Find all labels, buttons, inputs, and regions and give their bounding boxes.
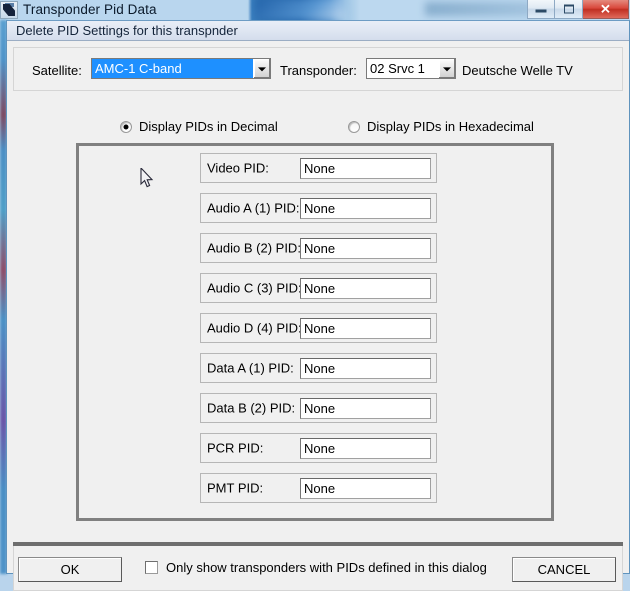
radio-decimal-label: Display PIDs in Decimal [139,119,278,134]
only-show-transponders-checkbox[interactable]: Only show transponders with PIDs defined… [145,560,487,575]
transponder-dropdown[interactable]: 02 Srvc 1 [366,58,456,79]
window-title: Transponder Pid Data [23,2,157,17]
application-icon [0,1,18,19]
close-icon: ✕ [600,1,611,17]
pid-row-label: Data B (2) PID: [207,400,296,416]
pid-row-label: Audio B (2) PID: [207,240,301,256]
chevron-down-icon[interactable] [438,59,455,78]
satellite-dropdown[interactable]: AMC-1 C-band [91,58,271,79]
maximize-icon [563,4,574,14]
pid-row: Audio C (3) PID: None [200,273,437,303]
pid-value-input[interactable]: None [300,358,431,379]
pid-value-input[interactable]: None [300,278,431,299]
radio-display-decimal[interactable]: Display PIDs in Decimal [120,119,278,134]
dialog-header-bar: Delete PID Settings for this transpnder [7,21,629,41]
pid-fields-group: Video PID: None Audio A (1) PID: None Audio … [76,143,554,521]
maximize-button[interactable] [555,0,583,19]
pid-value-input[interactable]: None [300,198,431,219]
window-controls: ✕ [527,0,629,19]
transponder-pid-data-window: Transponder Pid Data ✕ Delete PID Settin… [0,0,630,591]
pid-row-label: Audio C (3) PID: [207,280,302,296]
chevron-down-icon[interactable] [253,59,270,78]
pid-row: Data A (1) PID: None [200,353,437,383]
transponder-label: Transponder: [280,63,357,78]
pid-row-label: Video PID: [207,160,269,176]
pid-row: Audio A (1) PID: None [200,193,437,223]
dialog-header-title: Delete PID Settings for this transpnder [16,23,238,38]
cancel-button[interactable]: CANCEL [512,557,616,582]
close-button[interactable]: ✕ [583,0,629,19]
radio-hexadecimal-label: Display PIDs in Hexadecimal [367,119,534,134]
pid-row: Data B (2) PID: None [200,393,437,423]
minimize-button[interactable] [527,0,555,19]
pid-row-label: Data A (1) PID: [207,360,294,376]
pid-row: Audio D (4) PID: None [200,313,437,343]
pid-row: Video PID: None [200,153,437,183]
dialog-footer: OK Only show transponders with PIDs defi… [13,546,623,591]
pid-value-input[interactable]: None [300,398,431,419]
radio-hexadecimal-indicator [348,120,360,133]
window-titlebar[interactable]: Transponder Pid Data ✕ [0,0,630,20]
only-show-checkbox-label: Only show transponders with PIDs defined… [166,560,487,575]
pid-row-label: PMT PID: [207,480,264,496]
satellite-label: Satellite: [32,63,82,78]
pid-value-input[interactable]: None [300,478,431,499]
pid-row-label: Audio A (1) PID: [207,200,300,216]
pid-row-label: Audio D (4) PID: [207,320,302,336]
minimize-icon [535,9,547,13]
pid-value-input[interactable]: None [300,438,431,459]
pid-row: PCR PID: None [200,433,437,463]
pid-value-input[interactable]: None [300,318,431,339]
pid-value-input[interactable]: None [300,158,431,179]
pid-row: PMT PID: None [200,473,437,503]
pid-row: Audio B (2) PID: None [200,233,437,263]
dialog-client-area: Delete PID Settings for this transpnder … [6,20,630,591]
pid-value-input[interactable]: None [300,238,431,259]
display-mode-radio-group: Display PIDs in Decimal Display PIDs in … [7,119,629,139]
radio-display-hexadecimal[interactable]: Display PIDs in Hexadecimal [348,119,534,134]
transponder-selected-value: 02 Srvc 1 [370,61,425,76]
only-show-checkbox-indicator [145,561,158,574]
selector-panel: Satellite: AMC-1 C-band Transponder: 02 … [13,47,623,91]
channel-name-text: Deutsche Welle TV [462,63,573,78]
pid-row-label: PCR PID: [207,440,264,456]
radio-decimal-indicator [120,120,132,133]
satellite-selected-value: AMC-1 C-band [92,59,253,78]
ok-button[interactable]: OK [18,557,122,582]
